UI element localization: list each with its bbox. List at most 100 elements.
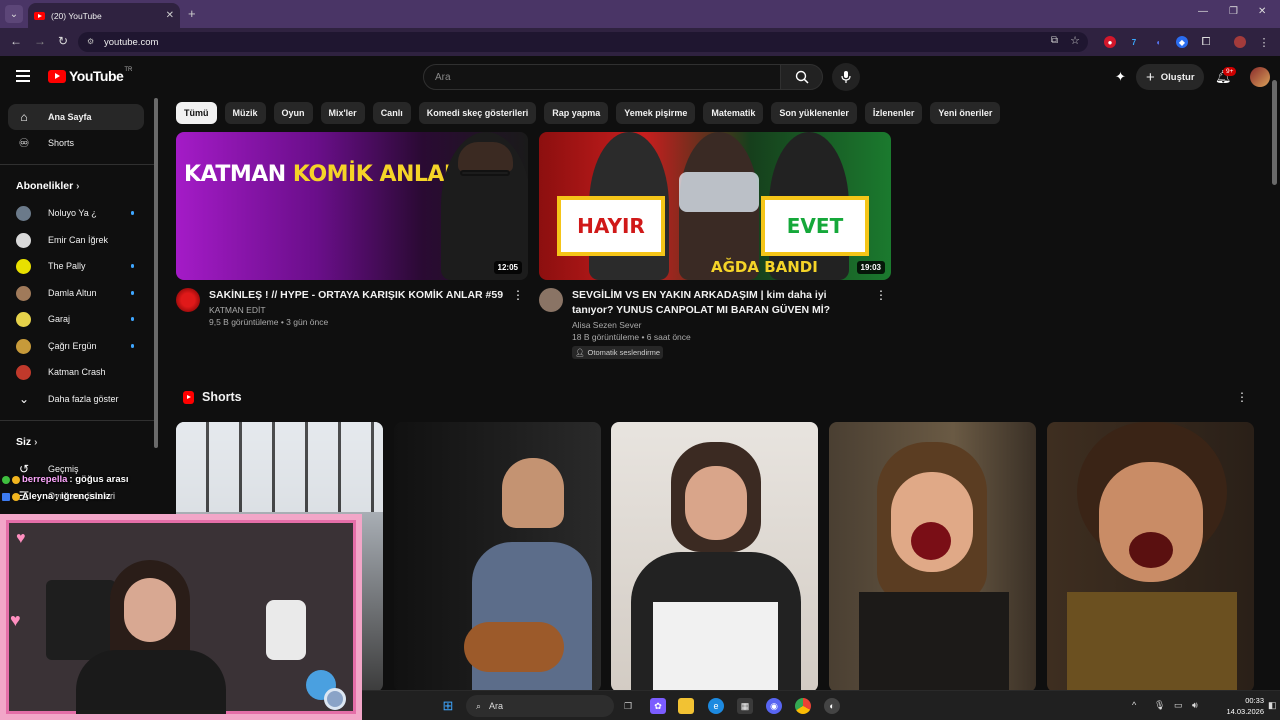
reload-icon[interactable]: ↻ xyxy=(58,34,68,48)
create-button[interactable]: + Oluştur xyxy=(1136,64,1204,90)
main-scrollbar[interactable] xyxy=(1272,80,1277,185)
clock-time: 00:33 xyxy=(1245,696,1264,705)
video-thumbnail[interactable]: KATMAN KOMİK ANLAR #59 12:05 xyxy=(176,132,528,280)
edge-browser-icon[interactable]: e xyxy=(708,698,724,714)
maximize-icon[interactable]: ❐ xyxy=(1229,6,1238,17)
address-bar[interactable]: ⚙ youtube.com ⧉ ☆ xyxy=(78,32,1088,52)
you-heading[interactable]: Siz › xyxy=(16,436,37,448)
video-card[interactable]: HAYIR EVET AĞDA BANDI 19:03 SEVGİLİM VS … xyxy=(539,132,891,360)
tab-close-icon[interactable]: ✕ xyxy=(166,10,174,21)
extension-icon[interactable]: 7 xyxy=(1128,36,1140,48)
microphone-icon[interactable]: 🎙︎ xyxy=(1154,700,1165,711)
search-input[interactable]: Ara xyxy=(423,64,781,90)
sidebar-item-subscription[interactable]: Katman Crash xyxy=(8,359,144,385)
voice-search-button[interactable] xyxy=(832,63,860,91)
task-view-icon[interactable]: ❐ xyxy=(620,698,636,714)
youtube-logo[interactable]: YouTube TR xyxy=(48,67,132,84)
extension-icon[interactable]: ◖ xyxy=(1152,36,1164,48)
new-content-dot xyxy=(130,317,134,321)
channel-name[interactable]: Alisa Sezen Sever xyxy=(572,320,867,330)
taskbar-search[interactable]: ⌕ Ara xyxy=(466,695,614,717)
forward-icon[interactable]: → xyxy=(34,34,46,48)
subscriptions-heading[interactable]: Abonelikler › xyxy=(16,180,79,192)
more-options-icon[interactable]: ⋮ xyxy=(512,288,524,302)
chrome-icon[interactable] xyxy=(795,698,811,714)
sidebar-item-label: Çağrı Ergün xyxy=(48,341,97,351)
shorts-title: Shorts xyxy=(202,390,242,404)
sidebar-item-subscription[interactable]: The Pally xyxy=(8,253,144,279)
sidebar-scrollbar[interactable] xyxy=(154,98,158,448)
extensions-puzzle-icon[interactable]: ⧠ xyxy=(1200,36,1212,48)
new-content-dot xyxy=(130,264,134,268)
window-close-icon[interactable]: ✕ xyxy=(1258,6,1266,17)
search-button[interactable] xyxy=(780,64,823,90)
sidebar-item-subscription[interactable]: Çağrı Ergün xyxy=(8,333,144,359)
chip[interactable]: Müzik xyxy=(224,102,266,124)
browser-menu-icon[interactable]: ⋮ xyxy=(1258,36,1270,49)
video-thumbnail[interactable]: HAYIR EVET AĞDA BANDI 19:03 xyxy=(539,132,891,280)
store-icon[interactable]: ▦ xyxy=(737,698,753,714)
extension-icon[interactable]: ◆ xyxy=(1176,36,1188,48)
heart-icon: ♥ xyxy=(16,530,26,547)
obs-icon[interactable]: ◐ xyxy=(824,698,840,714)
bookmark-star-icon[interactable]: ☆ xyxy=(1070,34,1080,47)
more-options-icon[interactable]: ⋮ xyxy=(1236,390,1248,404)
browser-tab[interactable]: (20) YouTube ✕ xyxy=(28,3,180,28)
open-mouth xyxy=(911,522,951,560)
chip[interactable]: Rap yapma xyxy=(544,102,609,124)
chip[interactable]: İzlenenler xyxy=(864,102,923,124)
account-avatar[interactable] xyxy=(1250,67,1270,87)
network-icon[interactable]: ▭ xyxy=(1174,700,1183,711)
clock[interactable]: 00:33 14.03.2026 xyxy=(1212,695,1264,717)
video-duration: 12:05 xyxy=(493,261,522,274)
copilot-icon[interactable]: ✿ xyxy=(650,698,666,714)
short-person-body xyxy=(1067,592,1237,692)
short-thumbnail[interactable] xyxy=(829,422,1036,692)
chip[interactable]: Tümü xyxy=(176,102,217,124)
chip[interactable]: Son yüklenenler xyxy=(771,102,857,124)
auto-dub-label: Otomatik seslendirme xyxy=(587,348,661,357)
volume-icon[interactable]: 🔊︎ xyxy=(1192,700,1198,711)
chip[interactable]: Komedi skeç gösterileri xyxy=(418,102,537,124)
file-explorer-icon[interactable] xyxy=(678,698,694,714)
sidebar-item-subscription[interactable]: Garaj xyxy=(8,306,144,332)
short-thumbnail[interactable] xyxy=(611,422,818,692)
notification-center-icon[interactable]: ◧ xyxy=(1268,700,1277,711)
cast-sparkle-icon[interactable]: ✦ xyxy=(1115,69,1126,85)
video-title[interactable]: SAKİNLEŞ ! // HYPE - ORTAYA KARIŞIK KOMİ… xyxy=(209,288,504,303)
sidebar-item-home[interactable]: ⌂ Ana Sayfa xyxy=(8,104,144,130)
video-title[interactable]: SEVGİLİM VS EN YAKIN ARKADAŞIM | kim dah… xyxy=(572,288,867,318)
sidebar-item-subscription[interactable]: Noluyo Ya ¿ xyxy=(8,200,144,226)
profile-avatar[interactable] xyxy=(1234,36,1246,48)
chip[interactable]: Matematik xyxy=(703,102,764,124)
sidebar-item-shorts[interactable]: ♾ Shorts xyxy=(8,130,144,156)
chip[interactable]: Yemek pişirme xyxy=(616,102,696,124)
back-icon[interactable]: ← xyxy=(10,34,22,48)
sidebar-item-subscription[interactable]: Emir Can İğrek xyxy=(8,227,144,253)
ceiling-grid xyxy=(176,422,383,512)
more-options-icon[interactable]: ⋮ xyxy=(875,288,887,302)
chip[interactable]: Mix'ler xyxy=(320,102,365,124)
tray-overflow-icon[interactable]: ^ xyxy=(1132,700,1136,710)
short-thumbnail[interactable] xyxy=(1047,422,1254,692)
chip[interactable]: Canlı xyxy=(372,102,411,124)
install-app-icon[interactable]: ⧉ xyxy=(1051,35,1058,46)
extension-icon[interactable]: ● xyxy=(1104,36,1116,48)
short-thumbnail[interactable] xyxy=(394,422,601,692)
channel-name[interactable]: KATMAN EDİT xyxy=(209,305,504,315)
sidebar-item-show-more[interactable]: ⌄ Daha fazla göster xyxy=(8,386,144,412)
new-tab-icon[interactable]: + xyxy=(188,6,196,21)
windows-start-icon[interactable]: ⊞ xyxy=(440,698,456,714)
chip[interactable]: Yeni öneriler xyxy=(930,102,1001,124)
video-card[interactable]: KATMAN KOMİK ANLAR #59 12:05 SAKİNLEŞ ! … xyxy=(176,132,528,327)
discord-icon[interactable]: ◉ xyxy=(766,698,782,714)
tab-search-button[interactable]: ⌄ xyxy=(5,5,23,23)
sidebar-item-subscription[interactable]: Damla Altun xyxy=(8,280,144,306)
chip[interactable]: Oyun xyxy=(273,102,313,124)
site-info-icon[interactable]: ⚙ xyxy=(87,37,97,47)
chevron-right-icon: › xyxy=(76,181,80,192)
channel-avatar[interactable] xyxy=(539,288,563,312)
channel-avatar[interactable] xyxy=(176,288,200,312)
minimize-icon[interactable]: — xyxy=(1198,6,1208,17)
menu-icon[interactable] xyxy=(16,70,30,82)
